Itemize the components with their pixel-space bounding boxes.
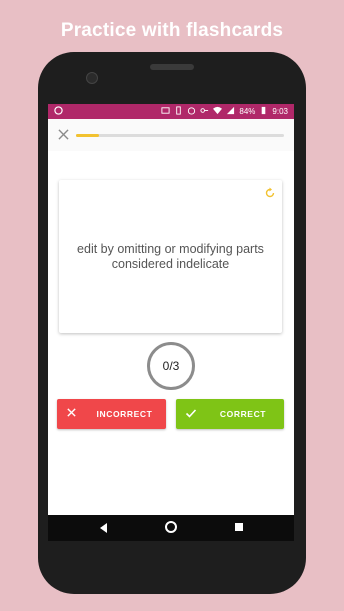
correct-label: CORRECT (219, 409, 267, 419)
progress-fill (76, 134, 99, 137)
flip-icon[interactable] (264, 186, 276, 198)
app-notification-icon (54, 106, 63, 117)
close-icon[interactable] (58, 128, 72, 142)
app-screen: 84% 9:03 edit by omitting or modifying p… (48, 104, 294, 541)
check-icon (185, 407, 197, 419)
recents-icon[interactable] (235, 523, 243, 531)
phone-speaker (150, 64, 194, 70)
alarm-icon (187, 106, 196, 117)
incorrect-label: INCORRECT (96, 409, 153, 419)
wifi-icon (213, 106, 223, 117)
page-headline: Practice with flashcards (60, 20, 284, 41)
incorrect-button[interactable]: INCORRECT (57, 399, 166, 429)
cast-icon (161, 106, 170, 117)
phone-camera (86, 72, 98, 84)
flashcard[interactable]: edit by omitting or modifying parts cons… (59, 180, 282, 333)
key-icon (200, 106, 209, 117)
system-nav-bar (48, 515, 294, 541)
battery-percent: 84% (239, 107, 256, 116)
battery-icon (259, 106, 268, 117)
flashcard-text: edit by omitting or modifying parts cons… (77, 242, 264, 271)
x-icon (66, 407, 78, 419)
home-icon[interactable] (165, 521, 177, 533)
vibrate-icon (174, 106, 183, 117)
progress-bar (76, 134, 284, 137)
clock: 9:03 (272, 107, 288, 116)
score-counter: 0/3 (147, 342, 195, 390)
status-bar: 84% 9:03 (48, 104, 294, 119)
signal-icon (226, 106, 235, 117)
correct-button[interactable]: CORRECT (176, 399, 284, 429)
back-icon[interactable] (100, 523, 107, 533)
